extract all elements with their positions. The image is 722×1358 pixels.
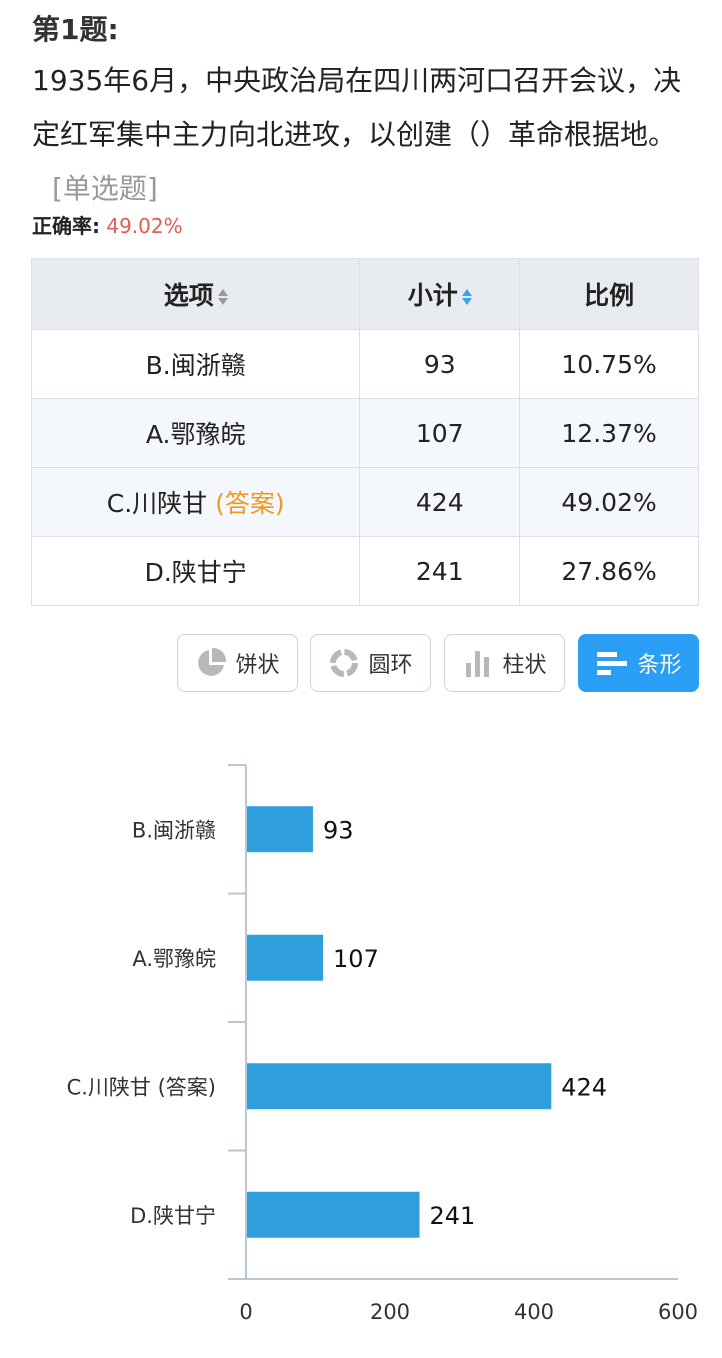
table-row: B.闽浙赣 93 10.75% <box>30 329 699 399</box>
ring-icon <box>330 649 359 677</box>
x-tick-label: 200 <box>370 1300 410 1324</box>
x-tick-label: 400 <box>514 1300 554 1324</box>
pie-icon <box>198 647 227 676</box>
category-label: B.闽浙赣 <box>132 818 216 842</box>
bar-chart-label: 条形 <box>637 653 682 678</box>
x-tick-label: 600 <box>658 1300 698 1324</box>
accuracy-value: 49.02% <box>106 214 183 238</box>
question-text: 1935年6月，中央政治局在四川两河口召开会议，决定红军集中主力向北进攻，以创建… <box>32 54 707 216</box>
value-label: 107 <box>333 945 379 973</box>
table-row: A.鄂豫皖 107 12.37% <box>30 398 699 468</box>
x-tick-label: 0 <box>239 1300 252 1324</box>
column-chart-button[interactable]: 柱状 <box>444 634 565 692</box>
bar <box>247 934 324 981</box>
accuracy-label: 正确率: <box>32 214 100 238</box>
pie-chart-button[interactable]: 饼状 <box>177 634 298 692</box>
bar <box>247 806 313 853</box>
option-cell: B.闽浙赣 <box>30 329 361 399</box>
header-ratio-label: 比例 <box>584 281 635 310</box>
count-cell: 93 <box>359 329 521 399</box>
accuracy-line: 正确率: 49.02% <box>32 210 183 239</box>
sort-icon[interactable] <box>461 288 472 306</box>
header-ratio: 比例 <box>519 258 699 330</box>
header-count-label: 小计 <box>407 281 458 310</box>
count-cell: 107 <box>359 398 521 468</box>
table-header-row: 选项 小计 比例 <box>30 258 699 330</box>
sort-icon[interactable] <box>217 288 228 306</box>
question-type: [单选题] <box>52 172 158 205</box>
table-row: C.川陕甘 (答案) 424 49.02% <box>30 467 699 537</box>
ring-chart-label: 圆环 <box>368 653 413 678</box>
table-row: D.陕甘宁 241 27.86% <box>30 536 699 606</box>
option-cell: A.鄂豫皖 <box>30 398 361 468</box>
bar <box>247 1191 420 1238</box>
header-count[interactable]: 小计 <box>359 258 521 330</box>
option-label: D.陕甘宁 <box>144 558 247 587</box>
option-label: C.川陕甘 <box>106 489 208 518</box>
category-label: D.陕甘宁 <box>130 1204 216 1228</box>
bar <box>247 1063 552 1110</box>
bar-chart-button[interactable]: 条形 <box>578 634 699 692</box>
category-label: C.川陕甘 (答案) <box>67 1075 216 1099</box>
header-option[interactable]: 选项 <box>30 258 361 330</box>
ring-chart-button[interactable]: 圆环 <box>310 634 431 692</box>
ratio-cell: 10.75% <box>519 329 699 399</box>
answer-tag: (答案) <box>215 489 285 518</box>
value-label: 93 <box>323 816 354 844</box>
results-table: 选项 小计 比例 B.闽浙赣 93 10.75% A.鄂豫皖 107 12.37… <box>30 258 699 606</box>
option-label: A.鄂豫皖 <box>145 420 246 449</box>
count-cell: 241 <box>359 536 521 606</box>
ratio-cell: 49.02% <box>519 467 699 537</box>
column-chart-label: 柱状 <box>502 653 547 678</box>
value-label: 241 <box>430 1202 476 1230</box>
column-icon <box>466 651 490 677</box>
option-cell: D.陕甘宁 <box>30 536 361 606</box>
bar-icon <box>597 652 628 675</box>
question-body: 1935年6月，中央政治局在四川两河口召开会议，决定红军集中主力向北进攻，以创建… <box>32 64 682 151</box>
ratio-cell: 12.37% <box>519 398 699 468</box>
value-label: 424 <box>561 1073 607 1101</box>
pie-chart-label: 饼状 <box>235 653 280 678</box>
question-title: 第1题: <box>32 13 119 46</box>
category-label: A.鄂豫皖 <box>132 947 216 971</box>
count-cell: 424 <box>359 467 521 537</box>
ratio-cell: 27.86% <box>519 536 699 606</box>
bar-chart: 93 B.闽浙赣 107 A.鄂豫皖 424 C.川陕甘 (答案) 241 D.陕甘宁 0 200… <box>67 764 698 1324</box>
option-label: B.闽浙赣 <box>145 351 246 380</box>
option-cell: C.川陕甘 (答案) <box>30 467 361 537</box>
header-option-label: 选项 <box>163 281 214 310</box>
